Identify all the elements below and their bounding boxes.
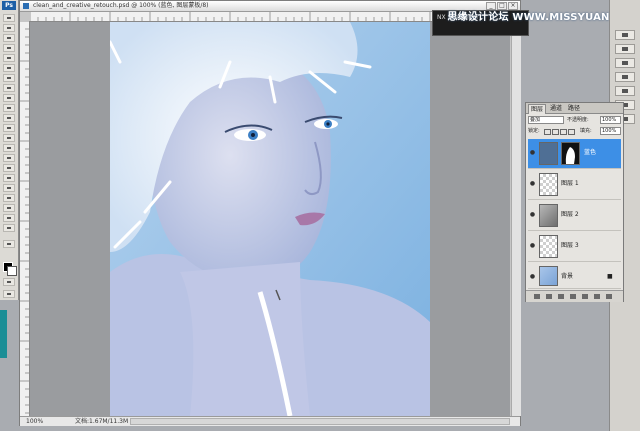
minimize-button[interactable]: _ [486, 2, 496, 10]
lock-icon: ■ [607, 273, 613, 280]
tab-paths[interactable]: 路径 [566, 104, 582, 113]
layer-thumbnail [539, 173, 558, 196]
type-tool[interactable] [3, 164, 15, 172]
navigator-palette-icon[interactable] [615, 30, 635, 40]
layer-mask-thumbnail[interactable] [561, 142, 580, 165]
magic-wand-tool[interactable] [3, 44, 15, 52]
layer-style-icon[interactable] [546, 294, 552, 299]
eraser-tool[interactable] [3, 114, 15, 122]
tab-layers[interactable]: 图层 [528, 104, 547, 114]
eyedropper-tool[interactable] [3, 204, 15, 212]
new-layer-icon[interactable] [594, 294, 600, 299]
quick-mask-button[interactable] [3, 278, 15, 286]
layer-row[interactable]: ● 图层 1 [528, 170, 621, 200]
shape-tool[interactable] [3, 184, 15, 192]
lock-label: 锁定: [528, 128, 540, 134]
vertical-ruler[interactable] [20, 21, 30, 416]
layer-name[interactable]: 图层 1 [561, 180, 579, 188]
layer-name[interactable]: 图层 3 [561, 242, 579, 250]
layer-name[interactable]: 背景 [561, 273, 573, 281]
gradient-tool[interactable] [3, 124, 15, 132]
opacity-input[interactable]: 100% [600, 116, 621, 124]
notes-tool[interactable] [3, 194, 15, 202]
close-button[interactable]: × [508, 2, 518, 10]
layer-thumbnail [539, 142, 558, 165]
visibility-eye-icon[interactable]: ● [529, 274, 536, 280]
side-tab[interactable] [0, 310, 7, 358]
maximize-button[interactable]: □ [497, 2, 507, 10]
color-palette-icon[interactable] [615, 58, 635, 68]
crop-tool[interactable] [3, 54, 15, 62]
document-window: clean_and_creative_retouch.psd @ 100% (蓝… [19, 0, 521, 426]
background-color-swatch[interactable] [7, 266, 17, 276]
layer-thumbnail [539, 204, 558, 227]
layers-footer [526, 290, 623, 302]
fill-label: 填充: [580, 128, 592, 134]
blend-mode-select[interactable]: 叠加 [528, 116, 564, 124]
new-group-icon[interactable] [582, 294, 588, 299]
lock-row: 锁定: 填充: 100% [528, 127, 621, 135]
history-brush-tool[interactable] [3, 104, 15, 112]
tools-palette: Ps [0, 0, 19, 300]
pen-tool[interactable] [3, 174, 15, 182]
layer-thumbnail [539, 235, 558, 258]
path-selection-tool[interactable] [3, 154, 15, 162]
screen-mode-button[interactable] [3, 290, 15, 298]
fill-input[interactable]: 100% [600, 127, 621, 135]
visibility-eye-icon[interactable]: ● [529, 243, 536, 249]
layer-row[interactable]: ● 图层 3 [528, 232, 621, 262]
blur-tool[interactable] [3, 134, 15, 142]
document-title: clean_and_creative_retouch.psd @ 100% (蓝… [33, 2, 209, 9]
link-layers-icon[interactable] [534, 294, 540, 299]
clone-stamp-tool[interactable] [3, 94, 15, 102]
blend-row: 叠加 不透明度: 100% [528, 116, 621, 124]
visibility-eye-icon[interactable]: ● [529, 212, 536, 218]
lasso-tool[interactable] [3, 34, 15, 42]
healing-brush-tool[interactable] [3, 74, 15, 82]
add-mask-icon[interactable] [558, 294, 564, 299]
layer-name[interactable]: 蓝色 [584, 149, 596, 157]
layer-row[interactable]: ● 背景 ■ [528, 263, 621, 289]
styles-palette-icon[interactable] [615, 86, 635, 96]
lock-position-icon[interactable] [560, 129, 567, 135]
zoom-level[interactable]: 100% [26, 417, 43, 426]
brush-tool[interactable] [3, 84, 15, 92]
layers-panel: 图层 通道 路径 叠加 不透明度: 100% 锁定: 填充: 100% ● 蓝色… [525, 102, 624, 302]
tab-channels[interactable]: 通道 [548, 104, 564, 113]
layer-thumbnail [539, 266, 558, 286]
slice-tool[interactable] [3, 64, 15, 72]
move-tool[interactable] [3, 14, 15, 22]
info-palette-icon[interactable] [615, 44, 635, 54]
marquee-tool[interactable] [3, 24, 15, 32]
default-colors-icon[interactable] [3, 240, 15, 248]
lock-transparent-icon[interactable] [544, 129, 551, 135]
layer-name[interactable]: 图层 2 [561, 211, 579, 219]
zoom-tool[interactable] [3, 224, 15, 232]
vertical-scrollbar[interactable] [511, 12, 521, 416]
document-icon [23, 3, 29, 9]
ps-logo[interactable]: Ps [2, 1, 16, 10]
document-size-info[interactable]: 文档:1.67M/11.3M [75, 417, 128, 426]
lock-image-icon[interactable] [552, 129, 559, 135]
layer-row[interactable]: ● 图层 2 [528, 201, 621, 231]
photo-canvas[interactable] [110, 22, 430, 416]
layers-tabs: 图层 通道 路径 [526, 103, 623, 114]
adjustment-layer-icon[interactable] [570, 294, 576, 299]
swatches-palette-icon[interactable] [615, 72, 635, 82]
dodge-tool[interactable] [3, 144, 15, 152]
horizontal-scrollbar[interactable] [130, 418, 510, 425]
status-bar: 100% 文档:1.67M/11.3M [20, 416, 520, 426]
visibility-eye-icon[interactable]: ● [529, 150, 536, 156]
lock-all-icon[interactable] [568, 129, 575, 135]
opacity-label: 不透明度: [567, 117, 589, 123]
hand-tool[interactable] [3, 214, 15, 222]
layer-row[interactable]: ● 蓝色 [528, 139, 621, 169]
visibility-eye-icon[interactable]: ● [529, 181, 536, 187]
trash-icon[interactable] [606, 294, 612, 299]
